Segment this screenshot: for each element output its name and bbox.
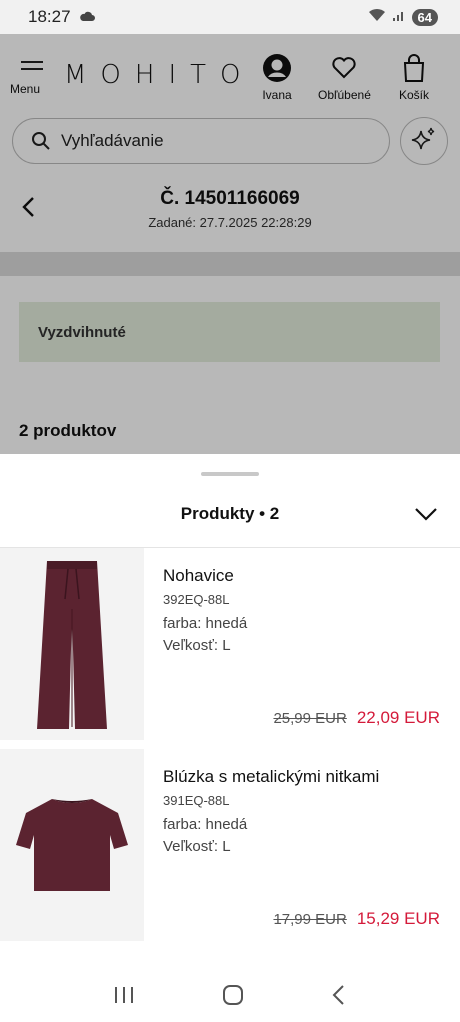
signal-icon <box>392 7 406 27</box>
product-item[interactable]: Blúzka s metalickými nitkami 391EQ-88L f… <box>0 749 460 941</box>
sale-price: 15,29 EUR <box>356 909 440 928</box>
product-image-blouse[interactable] <box>0 749 144 941</box>
product-color: farba: hnedá <box>163 816 248 833</box>
system-nav-bar <box>0 972 460 1022</box>
sale-price: 22,09 EUR <box>356 708 440 727</box>
product-image-trousers[interactable] <box>0 548 144 740</box>
weather-icon <box>79 7 95 27</box>
product-prices: 25,99 EUR 22,09 EUR <box>273 708 440 728</box>
status-bar: 18:27 64 <box>0 0 460 34</box>
collapse-button[interactable] <box>414 506 438 527</box>
wifi-icon <box>368 7 386 27</box>
product-code: 391EQ-88L <box>163 793 230 808</box>
chevron-down-icon <box>414 508 438 526</box>
product-size: Veľkosť: L <box>163 637 231 654</box>
back-nav-button[interactable] <box>331 984 347 1011</box>
product-prices: 17,99 EUR 15,29 EUR <box>273 909 440 929</box>
original-price: 17,99 EUR <box>273 911 347 928</box>
recent-apps-button[interactable] <box>113 985 135 1010</box>
product-name: Nohavice <box>163 566 234 585</box>
modal-backdrop[interactable] <box>0 34 460 454</box>
product-name: Blúzka s metalickými nitkami <box>163 767 380 786</box>
home-button[interactable] <box>222 984 244 1011</box>
sheet-header: Produkty • 2 <box>0 492 460 548</box>
product-size: Veľkosť: L <box>163 838 231 855</box>
clock: 18:27 <box>28 7 71 26</box>
product-color: farba: hnedá <box>163 615 248 632</box>
products-sheet: Produkty • 2 Nohavice 392EQ-88L farba: h… <box>0 454 460 972</box>
sheet-drag-handle[interactable] <box>201 472 259 476</box>
original-price: 25,99 EUR <box>273 710 347 727</box>
product-item[interactable]: Nohavice 392EQ-88L farba: hnedá Veľkosť:… <box>0 548 460 740</box>
product-code: 392EQ-88L <box>163 592 230 607</box>
sheet-title: Produkty • 2 <box>180 504 280 523</box>
battery-indicator: 64 <box>411 8 438 26</box>
